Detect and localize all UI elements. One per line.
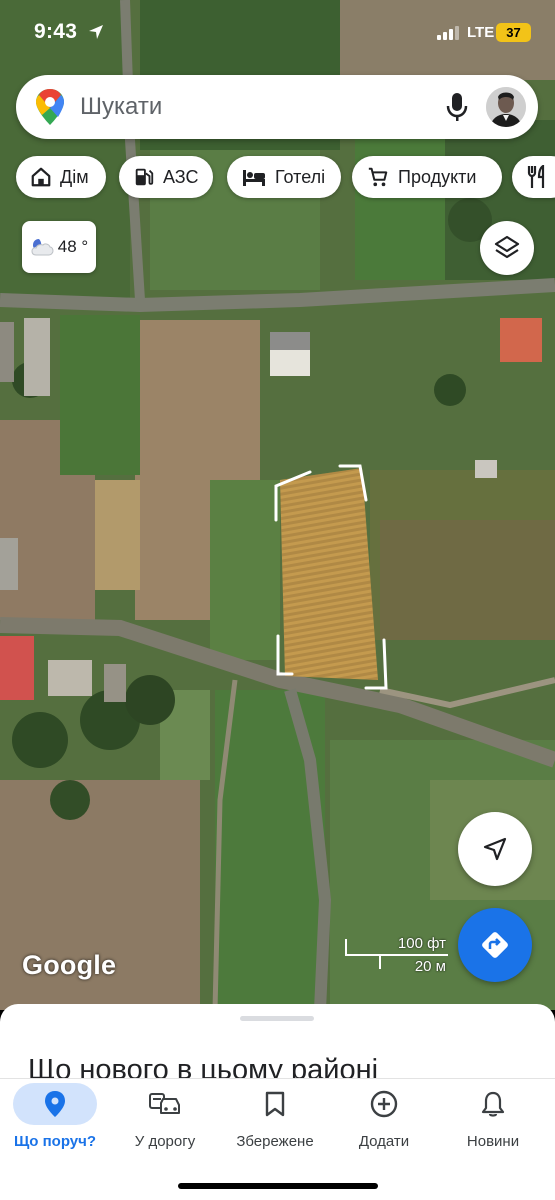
status-bar: 9:43 LTE 37 bbox=[0, 0, 555, 64]
bottom-navigation: Що поруч? У дорогу Збережене Додати Нови… bbox=[0, 1078, 555, 1200]
explore-pin-icon bbox=[45, 1091, 65, 1117]
nav-label: Додати bbox=[358, 1133, 410, 1150]
layers-icon bbox=[494, 235, 520, 259]
bookmark-icon bbox=[265, 1091, 285, 1117]
car-icon bbox=[149, 1093, 180, 1114]
location-arrow-icon bbox=[89, 25, 103, 39]
partly-cloudy-icon bbox=[31, 239, 54, 256]
chip-gas[interactable]: АЗС bbox=[119, 156, 213, 198]
nav-go[interactable]: У дорогу bbox=[110, 1083, 220, 1163]
google-maps-pin-icon bbox=[36, 89, 64, 125]
temperature: 48 ° bbox=[57, 237, 89, 256]
home-icon bbox=[31, 167, 51, 187]
cart-icon bbox=[368, 167, 388, 187]
search-input[interactable]: Шукати bbox=[80, 93, 162, 121]
chip-groceries[interactable]: Продукти bbox=[352, 156, 502, 198]
navigation-arrow-icon bbox=[483, 837, 507, 861]
chip-label: Продукти bbox=[398, 166, 477, 187]
nav-explore-indicator bbox=[13, 1083, 97, 1125]
clock: 9:43 bbox=[34, 20, 78, 43]
nav-label: У дорогу bbox=[134, 1133, 196, 1150]
scale-meters: 20 м bbox=[414, 958, 446, 975]
directions-button[interactable] bbox=[458, 908, 532, 982]
avatar-icon bbox=[486, 87, 526, 127]
user-avatar[interactable] bbox=[486, 87, 526, 127]
category-chips: Дім АЗС Готелі Продукти bbox=[16, 156, 555, 198]
chip-label: АЗС bbox=[163, 166, 199, 187]
signal-icon bbox=[437, 26, 459, 40]
nav-label: Що поруч? bbox=[13, 1133, 97, 1150]
network-type: LTE bbox=[467, 24, 495, 41]
chip-label: Дім bbox=[60, 166, 89, 187]
search-bar[interactable]: Шукати bbox=[16, 75, 538, 139]
scale-feet: 100 фт bbox=[397, 935, 446, 952]
my-location-button[interactable] bbox=[458, 812, 532, 886]
gas-station-icon bbox=[135, 168, 154, 186]
home-indicator[interactable] bbox=[178, 1183, 378, 1189]
sheet-drag-handle[interactable] bbox=[240, 1016, 314, 1021]
nav-explore[interactable]: Що поруч? bbox=[0, 1083, 110, 1163]
restaurant-icon bbox=[527, 165, 545, 188]
battery-icon: 37 bbox=[496, 23, 531, 42]
layers-button[interactable] bbox=[480, 221, 534, 275]
chip-restaurants[interactable] bbox=[512, 156, 555, 198]
nav-label: Новини bbox=[466, 1133, 520, 1150]
map-scale: 100 фт 20 м bbox=[344, 933, 450, 977]
nav-label: Збережене bbox=[236, 1133, 314, 1150]
mic-icon[interactable] bbox=[446, 92, 468, 122]
chip-home[interactable]: Дім bbox=[16, 156, 106, 198]
battery-level: 37 bbox=[506, 25, 521, 40]
google-logo: Google bbox=[22, 950, 117, 980]
chip-label: Готелі bbox=[275, 166, 326, 187]
weather-widget[interactable]: 48 ° bbox=[22, 221, 96, 273]
bed-icon bbox=[243, 170, 265, 186]
nav-saved[interactable]: Збережене bbox=[220, 1083, 330, 1163]
bell-icon bbox=[481, 1091, 505, 1117]
nav-contribute[interactable]: Додати bbox=[329, 1083, 439, 1163]
directions-icon bbox=[482, 932, 508, 958]
chip-hotels[interactable]: Готелі bbox=[227, 156, 341, 198]
nav-updates[interactable]: Новини bbox=[438, 1083, 548, 1163]
add-circle-icon bbox=[370, 1090, 398, 1118]
